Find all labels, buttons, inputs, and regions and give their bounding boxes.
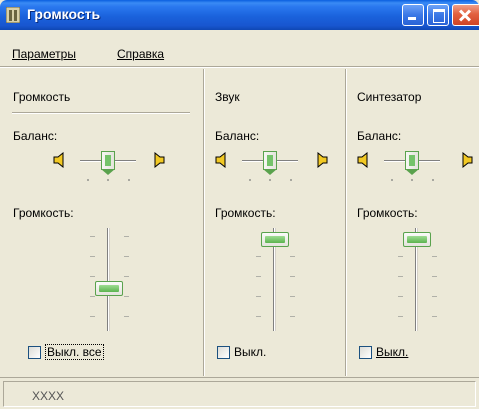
balance-tick (290, 179, 292, 181)
volume-tick (398, 276, 403, 277)
volume-tick (398, 256, 403, 257)
volume-tick (290, 316, 295, 317)
volume-tick (290, 276, 295, 277)
mute-checkbox[interactable] (359, 346, 372, 359)
volume-tick (432, 296, 437, 297)
balance-tick (269, 179, 271, 181)
close-button[interactable] (452, 4, 479, 26)
wave-volume-column: Звук Баланс: Громкость: Выкл. (205, 69, 345, 376)
balance-tick (87, 179, 89, 181)
mute-checkbox[interactable] (217, 346, 230, 359)
volume-tick (290, 256, 295, 257)
volume-tick (90, 296, 95, 297)
speaker-right-icon (462, 152, 473, 168)
volume-tick (290, 296, 295, 297)
volume-tick (256, 276, 261, 277)
window-title: Громкость (27, 6, 101, 22)
volume-tick (90, 256, 95, 257)
volume-control-window: Громкость Параметры Справка Громкость Ба… (0, 0, 479, 409)
speaker-left-icon (215, 152, 226, 168)
volume-tick (432, 256, 437, 257)
mute-label[interactable]: Выкл. (376, 345, 408, 359)
volume-tick (432, 276, 437, 277)
minimize-button[interactable] (402, 4, 424, 26)
volume-label: Громкость: (215, 206, 276, 220)
volume-tick (90, 316, 95, 317)
synth-volume-column: Синтезатор Баланс: Громкость: Выкл. (347, 69, 479, 376)
status-bar: XXXX (0, 377, 479, 409)
speaker-volume-icon (6, 7, 20, 23)
balance-tick (391, 179, 393, 181)
speaker-right-icon (317, 152, 328, 168)
balance-tick (411, 179, 413, 181)
mute-label-text: Выкл. (376, 345, 409, 359)
speaker-left-icon (357, 152, 368, 168)
volume-tick (90, 276, 95, 277)
menu-bar: Параметры Справка (0, 30, 479, 68)
balance-tick (128, 179, 130, 181)
mute-all-label[interactable]: Выкл. все (45, 344, 104, 360)
menu-item-params[interactable]: Параметры (12, 47, 76, 61)
volume-tick (256, 256, 261, 257)
balance-slider-thumb[interactable] (405, 151, 419, 175)
balance-slider-thumb[interactable] (263, 151, 277, 175)
mute-label[interactable]: Выкл. (234, 345, 266, 359)
speaker-left-icon (53, 152, 64, 168)
volume-slider-thumb[interactable] (403, 232, 431, 248)
volume-tick (398, 296, 403, 297)
volume-tick (432, 316, 437, 317)
volume-tick (124, 256, 129, 257)
volume-slider-thumb[interactable] (95, 280, 123, 296)
column-divider (12, 112, 190, 114)
volume-label: Громкость: (357, 206, 418, 220)
speaker-right-icon (154, 152, 165, 168)
volume-tick (124, 236, 129, 237)
volume-tick (398, 316, 403, 317)
balance-tick (432, 179, 434, 181)
column-title: Громкость (13, 90, 71, 104)
title-bar[interactable]: Громкость (0, 0, 479, 30)
volume-tick (256, 316, 261, 317)
volume-slider-track[interactable] (107, 228, 110, 331)
balance-tick (107, 179, 109, 181)
status-panel (3, 381, 476, 407)
column-title: Синтезатор (357, 90, 422, 104)
menu-item-help[interactable]: Справка (117, 47, 164, 61)
column-title: Звук (215, 90, 240, 104)
balance-slider-thumb[interactable] (101, 151, 115, 175)
balance-label: Баланс: (13, 129, 58, 143)
maximize-button[interactable] (427, 4, 449, 26)
master-volume-column: Громкость Баланс: Громкость: Выкл. все (0, 69, 203, 376)
mute-all-checkbox[interactable] (28, 346, 41, 359)
volume-label: Громкость: (13, 206, 74, 220)
status-text: XXXX (32, 389, 65, 403)
balance-tick (249, 179, 251, 181)
volume-tick (90, 236, 95, 237)
balance-label: Баланс: (357, 129, 402, 143)
balance-label: Баланс: (215, 129, 260, 143)
volume-tick (124, 296, 129, 297)
volume-tick (124, 316, 129, 317)
volume-tick (256, 296, 261, 297)
volume-tick (124, 276, 129, 277)
volume-slider-thumb[interactable] (261, 232, 289, 248)
